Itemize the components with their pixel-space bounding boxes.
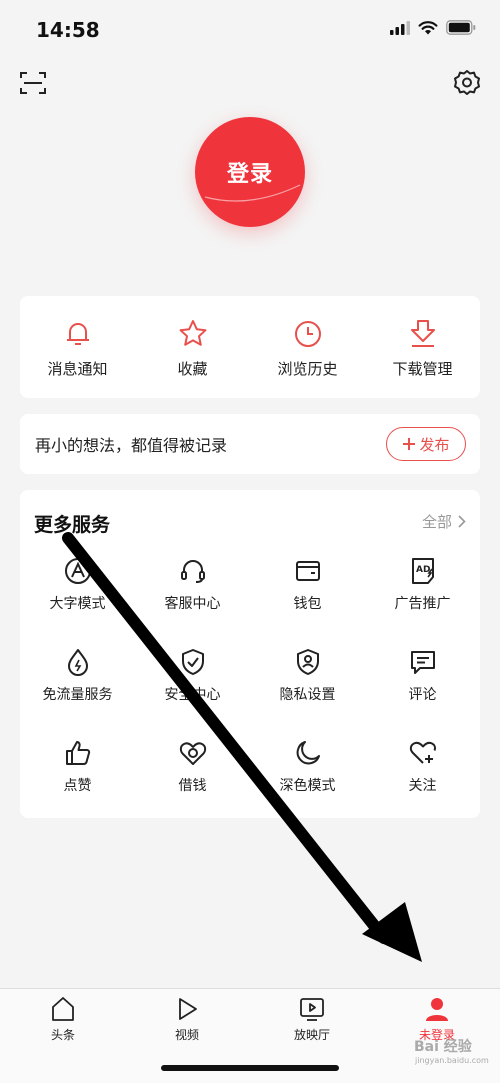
plus-icon [403, 438, 416, 450]
service-label: 大字模式 [49, 596, 106, 612]
service-comments[interactable]: 评论 [365, 641, 480, 732]
service-label: 广告推广 [394, 596, 451, 612]
quick-item-label: 收藏 [177, 360, 208, 378]
status-time: 14:58 [36, 18, 100, 42]
download-icon [410, 320, 435, 347]
status-bar: 14:58 [0, 0, 500, 58]
bell-icon [66, 323, 89, 345]
tab-label: 头条 [50, 1028, 75, 1042]
ad-icon: AD [411, 558, 434, 584]
services-grid: 大字模式 客服中心 钱包 AD 广告推广 免流量服务 安全中心 隐私设置 评论 … [20, 550, 480, 823]
quick-item-downloads[interactable]: 下载管理 [365, 296, 480, 398]
large-font-icon [64, 558, 91, 584]
quick-item-history[interactable]: 浏览历史 [250, 296, 365, 398]
service-label: 免流量服务 [42, 687, 113, 703]
post-prompt: 再小的想法，都值得被记录 [35, 436, 228, 455]
tab-video[interactable]: 视频 [147, 995, 227, 1043]
quick-item-label: 浏览历史 [277, 360, 338, 378]
chevron-right-icon [458, 515, 466, 528]
services-all-label: 全部 [421, 513, 452, 531]
screen-icon [300, 998, 324, 1021]
service-label: 借钱 [178, 778, 207, 794]
service-wallet[interactable]: 钱包 [250, 550, 365, 641]
service-dark-mode[interactable]: 深色模式 [250, 732, 365, 823]
quick-item-label: 消息通知 [47, 360, 108, 378]
data-free-icon [67, 649, 88, 676]
service-large-font[interactable]: 大字模式 [20, 550, 135, 641]
shield-icon [181, 649, 204, 675]
service-label: 评论 [408, 687, 437, 703]
service-advertising[interactable]: AD 广告推广 [365, 550, 480, 641]
wifi-icon [418, 20, 438, 34]
service-label: 隐私设置 [279, 687, 336, 703]
tab-label: 放映厅 [293, 1028, 330, 1042]
service-security[interactable]: 安全中心 [135, 641, 250, 732]
service-customer-service[interactable]: 客服中心 [135, 550, 250, 641]
publish-button[interactable]: 发布 [386, 427, 466, 461]
heart-plus-icon [409, 741, 436, 764]
comment-icon [410, 651, 435, 674]
headset-icon [180, 560, 205, 583]
scan-icon[interactable] [16, 66, 50, 100]
service-label: 关注 [408, 778, 437, 794]
tab-label: 视频 [174, 1028, 199, 1042]
service-label: 客服中心 [164, 596, 221, 612]
home-icon [52, 997, 74, 1021]
service-data-free[interactable]: 免流量服务 [20, 641, 135, 732]
status-icons [390, 20, 476, 35]
user-icon [426, 998, 448, 1021]
services-title: 更多服务 [34, 514, 111, 536]
services-all-link[interactable]: 全部 [422, 511, 466, 532]
privacy-icon [296, 649, 319, 675]
service-privacy[interactable]: 隐私设置 [250, 641, 365, 732]
service-loan[interactable]: 借钱 [135, 732, 250, 823]
watermark: Bai 经验 [414, 1039, 472, 1055]
signal-icon [390, 20, 410, 35]
clock-icon [294, 321, 321, 347]
star-icon [179, 320, 206, 346]
play-icon [179, 998, 197, 1020]
service-following[interactable]: 关注 [365, 732, 480, 823]
wallet-icon [295, 561, 320, 581]
moon-icon [296, 741, 320, 765]
service-likes[interactable]: 点赞 [20, 732, 135, 823]
login-swoosh [204, 184, 301, 202]
tab-cinema[interactable]: 放映厅 [272, 995, 352, 1043]
service-label: 安全中心 [164, 687, 221, 703]
quick-item-notifications[interactable]: 消息通知 [20, 296, 135, 398]
service-label: 深色模式 [279, 778, 336, 794]
publish-label: 发布 [419, 435, 450, 454]
home-indicator [161, 1065, 339, 1071]
quick-item-label: 下载管理 [392, 360, 453, 378]
loan-icon [179, 742, 206, 765]
post-card: 再小的想法，都值得被记录 发布 [20, 414, 480, 474]
battery-icon [446, 20, 476, 35]
service-label: 点赞 [63, 778, 92, 794]
thumbs-up-icon [65, 741, 90, 765]
watermark-sub: jingyan.baidu.com [415, 1056, 489, 1065]
services-card: 更多服务 全部 大字模式 客服中心 钱包 AD 广告推广 免流量服务 安全中心 … [20, 490, 480, 818]
tab-headlines[interactable]: 头条 [23, 995, 103, 1043]
quick-actions-card: 消息通知 收藏 浏览历史 下载管理 [20, 296, 480, 398]
login-button[interactable]: 登录 [195, 117, 305, 227]
gear-icon[interactable] [450, 66, 484, 100]
service-label: 钱包 [293, 596, 322, 612]
quick-item-favorites[interactable]: 收藏 [135, 296, 250, 398]
